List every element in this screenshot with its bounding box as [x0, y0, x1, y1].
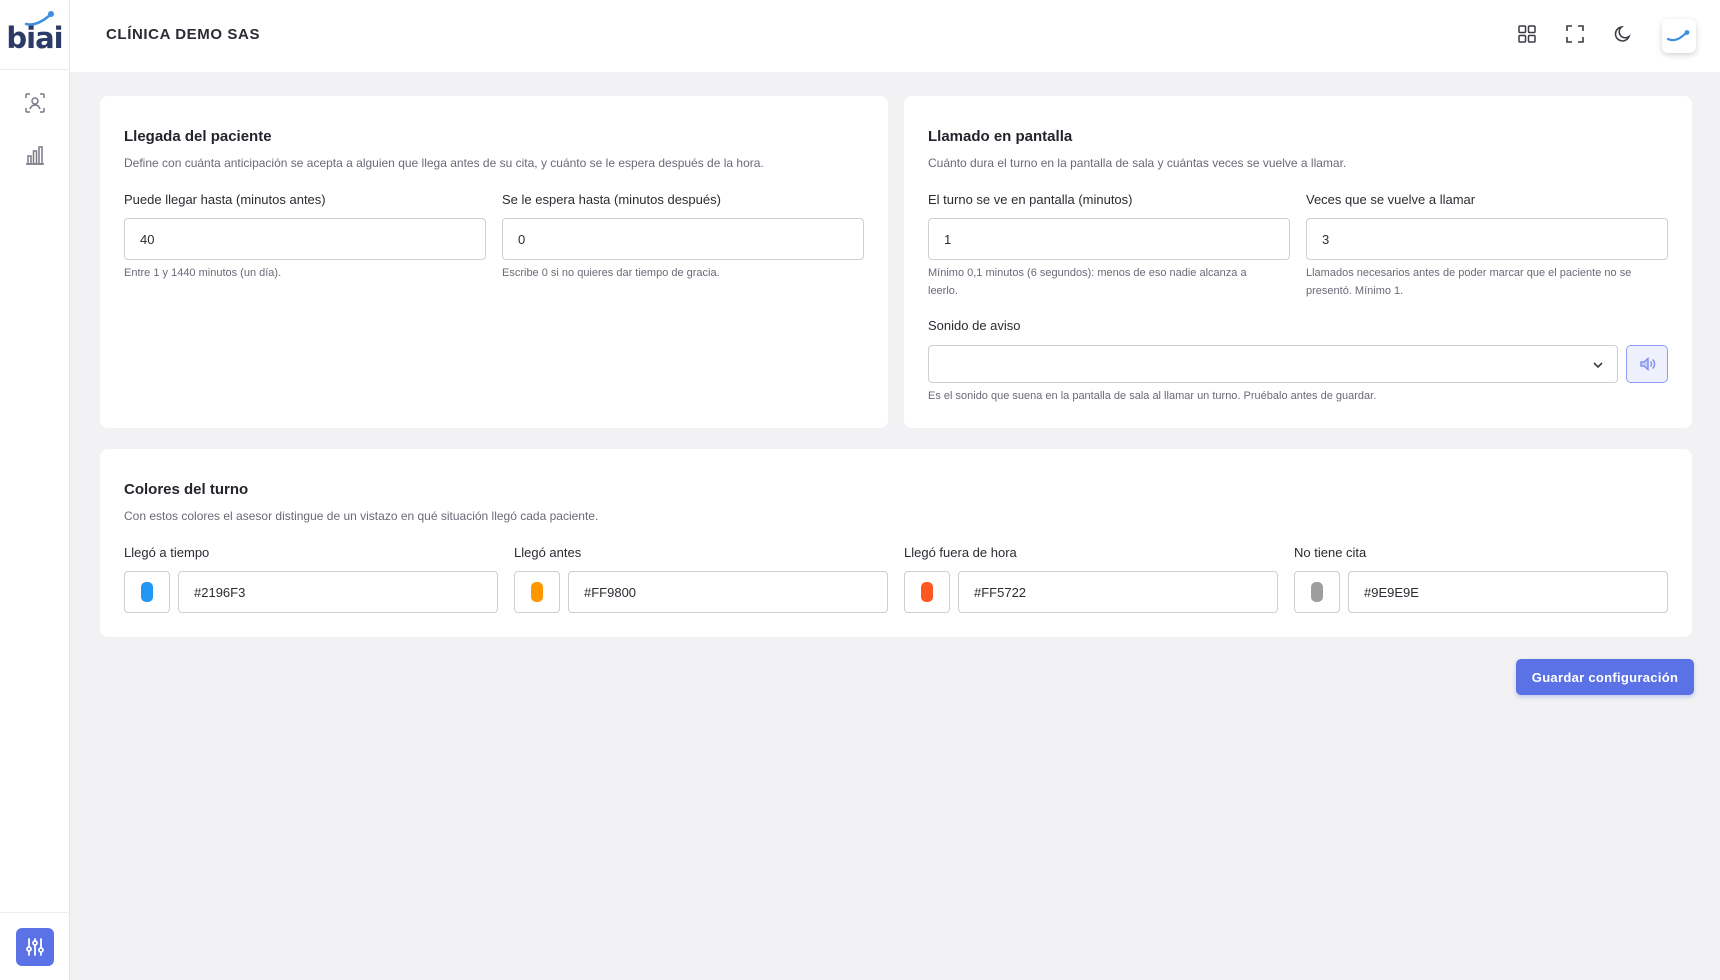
fullscreen-icon — [1566, 25, 1584, 43]
color-no-appointment-label: No tiene cita — [1294, 545, 1367, 560]
fullscreen-button[interactable] — [1563, 22, 1587, 46]
speaker-icon — [1640, 356, 1656, 372]
screen-minutes-hint: Mínimo 0,1 minutos (6 segundos): menos d… — [928, 264, 1247, 300]
color-dot — [531, 582, 543, 602]
logo[interactable]: biai — [0, 0, 69, 70]
sidebar: biai — [0, 0, 70, 980]
color-early-swatch[interactable] — [514, 571, 560, 613]
early-minutes-hint: Entre 1 y 1440 minutos (un día). — [124, 267, 282, 279]
sound-label: Sonido de aviso — [928, 318, 1021, 333]
color-on-time-label: Llegó a tiempo — [124, 545, 210, 560]
person-scan-icon — [25, 93, 45, 113]
grace-minutes-input[interactable] — [502, 218, 864, 260]
color-no-appointment-swatch[interactable] — [1294, 571, 1340, 613]
card-title: Llegada del paciente — [124, 128, 272, 145]
card-description: Define con cuánta anticipación se acepta… — [124, 156, 764, 170]
recall-count-input[interactable] — [1306, 218, 1668, 260]
brand-swoosh-icon — [1666, 30, 1690, 42]
chevron-down-icon — [1593, 362, 1603, 369]
top-header: CLÍNICA DEMO SAS — [70, 0, 1720, 72]
sidebar-item-reports[interactable] — [22, 142, 48, 168]
early-minutes-label: Puede llegar hasta (minutos antes) — [124, 192, 326, 207]
hint-line: Llamados necesarios antes de poder marca… — [1306, 267, 1632, 279]
page-title: CLÍNICA DEMO SAS — [106, 26, 261, 43]
recall-count-hint: Llamados necesarios antes de poder marca… — [1306, 264, 1631, 300]
recall-count-label: Veces que se vuelve a llamar — [1306, 192, 1476, 207]
arrival-card: Llegada del paciente Define con cuánta a… — [100, 96, 888, 428]
screen-call-card: Llamado en pantalla Cuánto dura el turno… — [904, 96, 1692, 428]
bar-chart-icon — [26, 146, 44, 165]
avatar[interactable] — [1662, 19, 1696, 53]
card-title: Colores del turno — [124, 481, 249, 498]
color-on-time-input[interactable] — [178, 571, 498, 613]
hint-line: presentó. Mínimo 1. — [1306, 285, 1404, 297]
card-description: Con estos colores el asesor distingue de… — [124, 509, 599, 523]
play-sound-button[interactable] — [1626, 345, 1668, 383]
color-dot — [141, 582, 153, 602]
color-early-label: Llegó antes — [514, 545, 582, 560]
sidebar-item-patients[interactable] — [22, 90, 48, 116]
screen-minutes-input[interactable] — [928, 218, 1290, 260]
logo-swoosh-icon — [24, 11, 54, 26]
apps-button[interactable] — [1515, 22, 1539, 46]
card-title: Llamado en pantalla — [928, 128, 1073, 145]
color-early-input[interactable] — [568, 571, 888, 613]
theme-toggle-button[interactable] — [1611, 22, 1635, 46]
hint-line: leerlo. — [928, 285, 958, 297]
sound-select[interactable] — [928, 345, 1618, 383]
sound-hint: Es el sonido que suena en la pantalla de… — [928, 390, 1377, 402]
color-late-input[interactable] — [958, 571, 1278, 613]
sliders-icon — [26, 938, 44, 956]
grace-minutes-hint: Escribe 0 si no quieres dar tiempo de gr… — [502, 267, 720, 279]
sidebar-bottom — [0, 912, 70, 980]
hint-line: Mínimo 0,1 minutos (6 segundos): menos d… — [928, 267, 1247, 279]
settings-button[interactable] — [16, 928, 54, 966]
turn-colors-card: Colores del turno Con estos colores el a… — [100, 449, 1692, 637]
card-description: Cuánto dura el turno en la pantalla de s… — [928, 156, 1347, 170]
color-no-appointment-input[interactable] — [1348, 571, 1668, 613]
moon-icon — [1614, 25, 1631, 42]
grace-minutes-label: Se le espera hasta (minutos después) — [502, 192, 721, 207]
early-minutes-input[interactable] — [124, 218, 486, 260]
color-dot — [1311, 582, 1323, 602]
screen-minutes-label: El turno se ve en pantalla (minutos) — [928, 192, 1133, 207]
apps-grid-icon — [1518, 25, 1536, 43]
color-late-label: Llegó fuera de hora — [904, 545, 1017, 560]
save-config-button[interactable]: Guardar configuración — [1516, 659, 1694, 695]
color-on-time-swatch[interactable] — [124, 571, 170, 613]
color-dot — [921, 582, 933, 602]
color-late-swatch[interactable] — [904, 571, 950, 613]
